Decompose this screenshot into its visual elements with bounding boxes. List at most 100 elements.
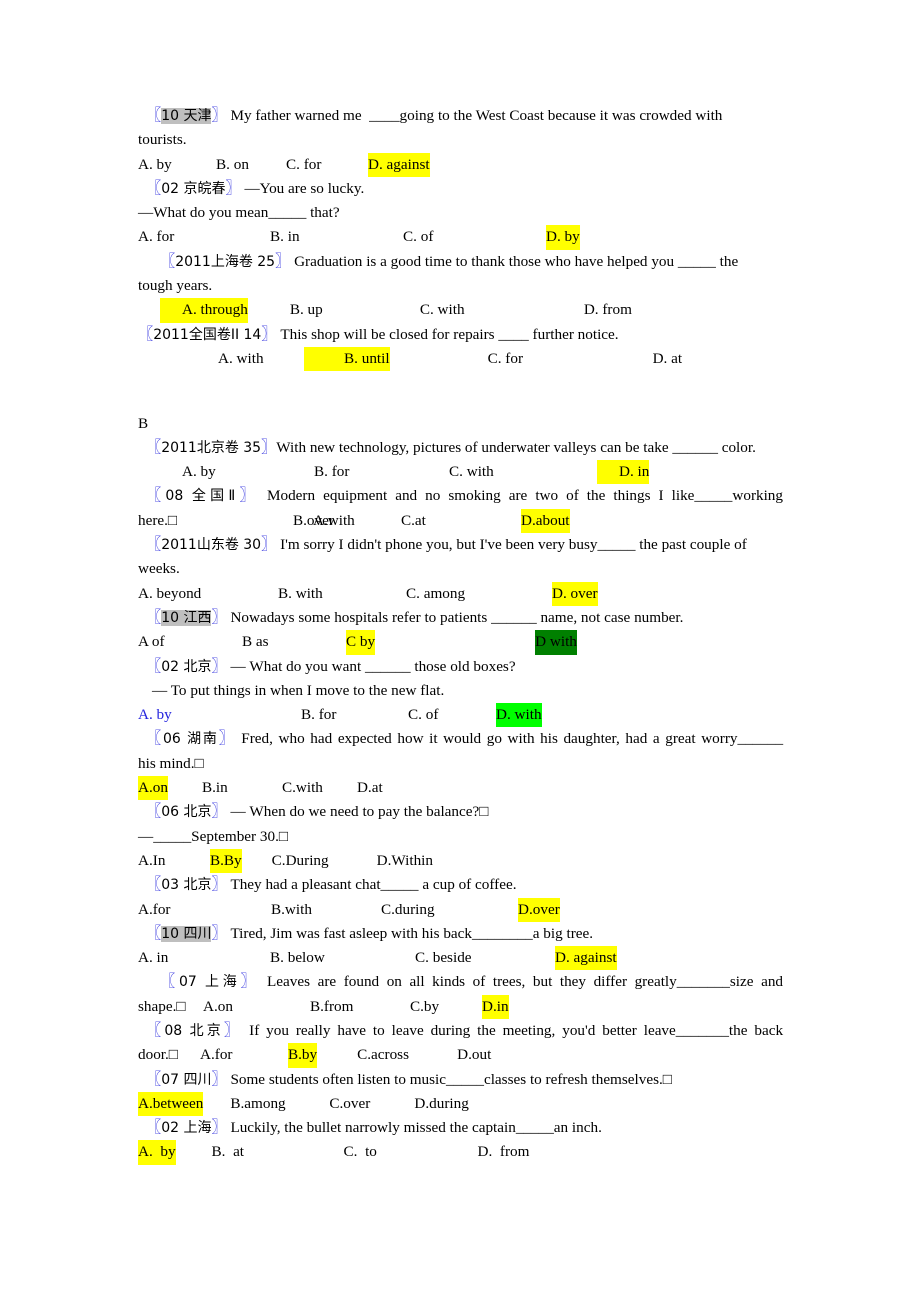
source-tag: 07 上海: [178, 974, 241, 991]
option-d-answer[interactable]: D. against: [555, 946, 617, 971]
question-stem: 〖02 北京〗 — What do you want ______ those …: [138, 655, 783, 679]
option-d[interactable]: D.out: [457, 1043, 491, 1067]
option-a-answer[interactable]: A.between: [138, 1091, 204, 1117]
option-d[interactable]: D. from: [562, 298, 632, 322]
option-c[interactable]: C.with: [282, 776, 357, 800]
option-c[interactable]: C.During: [272, 849, 377, 873]
option-b-answer[interactable]: B.By: [210, 848, 242, 874]
stem-text: This shop will be closed for repairs ___…: [280, 325, 619, 343]
option-b[interactable]: B. for: [292, 460, 427, 484]
option-d-answer[interactable]: D.in: [482, 994, 509, 1019]
question-stem-cont: tourists.: [138, 131, 187, 149]
option-b[interactable]: B. below: [270, 946, 415, 970]
option-d-answer[interactable]: D. over: [552, 581, 598, 606]
question-stem: 〖07 四川〗 Some students often listen to mu…: [138, 1068, 783, 1092]
option-c[interactable]: C.across: [357, 1043, 457, 1067]
stem-tail: shape.□: [138, 997, 186, 1015]
option-c[interactable]: C. of: [408, 703, 496, 727]
option-b[interactable]: B. in: [270, 225, 403, 249]
source-bracket-close: 〗: [211, 1119, 227, 1137]
option-a-answer[interactable]: A. by: [138, 1140, 176, 1165]
option-a[interactable]: A. in: [138, 946, 270, 970]
option-c[interactable]: C. for: [286, 153, 368, 177]
source-bracket-open: 〖: [146, 1070, 162, 1088]
option-d[interactable]: D.during: [414, 1092, 468, 1116]
option-a[interactable]: A. by: [138, 153, 216, 177]
option-b[interactable]: B.among: [230, 1092, 329, 1116]
stem-text: Luckily, the bullet narrowly missed the …: [230, 1119, 602, 1137]
question-stem: 〖08 全国Ⅱ〗 Modern equipment and no smoking…: [138, 484, 783, 508]
option-c[interactable]: C. for: [448, 347, 613, 371]
option-a[interactable]: A. with: [178, 347, 304, 371]
option-c[interactable]: C. with: [398, 298, 562, 322]
option-b[interactable]: B. up: [268, 298, 398, 322]
stem-text: — When do we need to pay the balance?□: [230, 803, 489, 821]
option-c-answer-yellow[interactable]: C by: [346, 630, 376, 655]
option-a[interactable]: A.for: [138, 898, 271, 922]
option-b[interactable]: B.from: [310, 995, 410, 1019]
option-row: shape.□ A.on B.from C.by D.in: [138, 994, 783, 1019]
option-a[interactable]: A. beyond: [138, 582, 278, 606]
question-stem-cont: weeks.: [138, 560, 180, 578]
section-label: B: [138, 414, 149, 432]
option-a[interactable]: A. by: [160, 460, 292, 484]
option-c[interactable]: C.by: [410, 995, 482, 1019]
option-d-answer[interactable]: D. by: [546, 225, 580, 250]
option-c[interactable]: C. with: [427, 460, 597, 484]
option-d[interactable]: D. at: [613, 347, 683, 371]
option-a-answer[interactable]: A. through: [160, 298, 248, 323]
question-stem: 〖02 上海〗 Luckily, the bullet narrowly mis…: [138, 1116, 783, 1140]
option-b[interactable]: B. with: [278, 582, 406, 606]
question-stem: 〖2011上海卷 25〗 Graduation is a good time t…: [138, 250, 783, 274]
option-b[interactable]: B. at: [212, 1140, 344, 1164]
option-a-answer[interactable]: A.on: [138, 776, 168, 801]
option-c[interactable]: C. among: [406, 582, 552, 606]
option-a[interactable]: A.for: [200, 1043, 288, 1067]
option-c[interactable]: C.at: [401, 509, 521, 533]
option-d-answer[interactable]: D. in: [597, 460, 650, 485]
question-stem-cont: —What do you mean_____ that?: [138, 204, 340, 222]
option-b[interactable]: B.with: [271, 898, 381, 922]
question-stem: 〖06 湖南〗 Fred, who had expected how it wo…: [138, 727, 783, 751]
option-d[interactable]: D.at: [357, 776, 383, 800]
option-a[interactable]: A of: [138, 630, 242, 654]
option-b[interactable]: B. for: [301, 703, 408, 727]
option-a[interactable]: A.on: [203, 995, 310, 1019]
option-row: A. by B. for C. of D. with: [138, 703, 783, 728]
source-tag: 08 全国Ⅱ: [165, 488, 240, 505]
stem-text: Modern equipment and no smoking are two …: [266, 487, 783, 505]
option-b-answer[interactable]: B.by: [288, 1043, 318, 1068]
option-a[interactable]: A.In: [138, 849, 210, 873]
source-bracket-close: 〗: [261, 325, 277, 343]
stem-tail: door.□: [138, 1046, 178, 1064]
option-b[interactable]: B. on: [216, 153, 286, 177]
source-bracket-open: 〖: [146, 1119, 162, 1137]
option-b-answer[interactable]: B. until: [304, 346, 390, 372]
option-d-answer[interactable]: D.about: [521, 508, 570, 534]
option-a[interactable]: A. by: [138, 703, 301, 727]
option-c[interactable]: C. of: [403, 225, 546, 249]
question-stem-cont: —_____September 30.□: [138, 827, 289, 845]
option-c[interactable]: C.during: [381, 898, 518, 922]
option-d[interactable]: D. from: [478, 1140, 530, 1164]
option-d-answer[interactable]: D.over: [518, 897, 560, 922]
option-b[interactable]: B as: [242, 630, 346, 654]
question-stem: 〖02 京皖春〗 —You are so lucky.: [138, 177, 783, 201]
option-a[interactable]: A. for: [138, 225, 270, 249]
option-d-answer[interactable]: D. with: [496, 703, 542, 728]
source-bracket-open: 〖: [146, 536, 162, 554]
option-b[interactable]: B.in: [202, 776, 282, 800]
source-bracket-open: 〖: [146, 179, 162, 197]
option-c[interactable]: C. to: [344, 1140, 478, 1164]
source-tag: 02 北京: [161, 658, 212, 675]
option-row: A.on B.in C.with D.at: [138, 776, 783, 801]
option-c[interactable]: C. beside: [415, 946, 555, 970]
option-d-answer[interactable]: D. against: [368, 152, 430, 177]
option-row: A. by B. for C. with D. in: [138, 460, 783, 485]
option-d[interactable]: D.Within: [377, 849, 433, 873]
source-tag: 10 四川: [161, 925, 212, 942]
option-c[interactable]: C.over: [329, 1092, 414, 1116]
option-d-answer-green[interactable]: D with: [535, 630, 577, 655]
question-stem: 〖03 北京〗 They had a pleasant chat_____ a …: [138, 873, 783, 897]
source-bracket-open: 〖: [138, 325, 154, 343]
